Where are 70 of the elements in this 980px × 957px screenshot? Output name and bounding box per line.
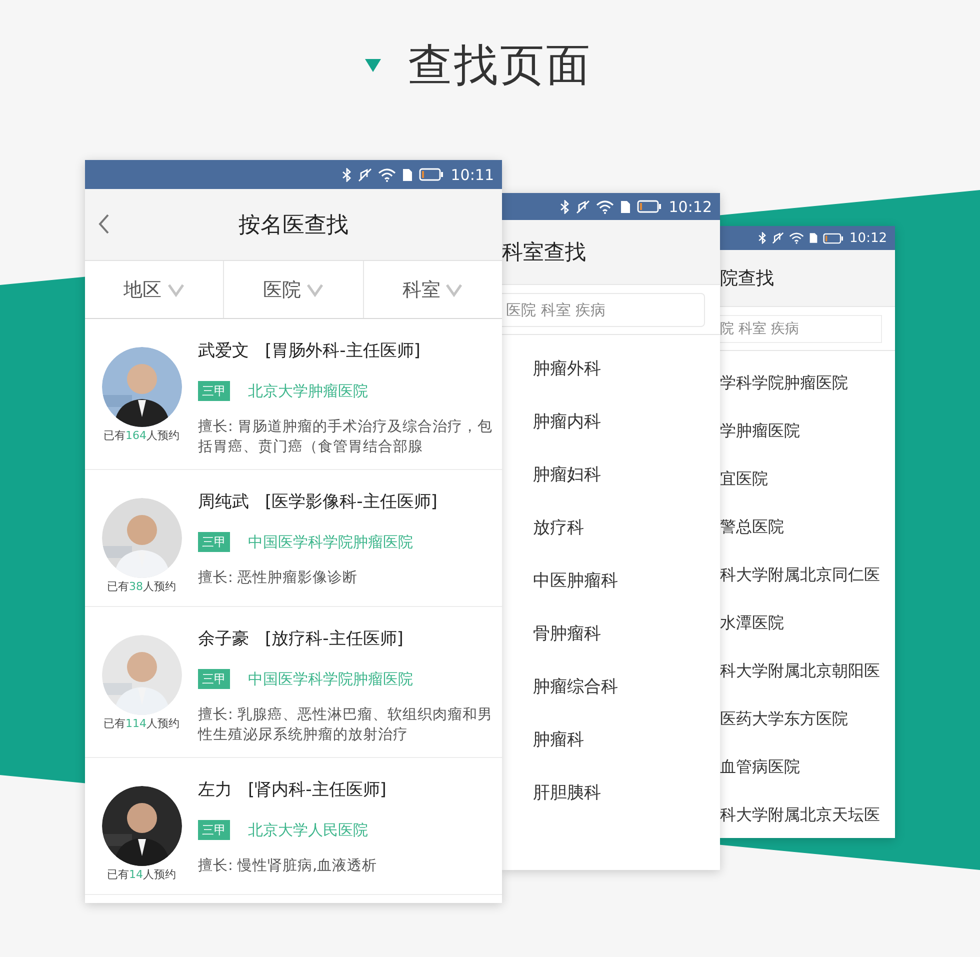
wifi-icon <box>788 232 804 244</box>
hospital-item[interactable]: 警总医院 <box>720 503 895 551</box>
department-item[interactable]: 肿瘤妇科 <box>502 449 720 502</box>
hospital-item[interactable]: 水潭医院 <box>720 599 895 647</box>
battery-icon <box>418 168 443 181</box>
doctor-position: [肾内科-主任医师] <box>248 779 386 802</box>
filter-dropdown[interactable]: 医院 <box>223 261 363 318</box>
search-field[interactable]: 院 科室 疾病 <box>720 314 882 342</box>
department-item[interactable]: 肿瘤科 <box>502 714 720 767</box>
sim-icon <box>808 232 818 244</box>
mute-icon <box>358 168 372 182</box>
grade-badge: 三甲 <box>198 669 230 689</box>
hospital-item[interactable]: 科大学附属北京同仁医 <box>720 551 895 599</box>
doctor-name: 周纯武 <box>198 491 249 514</box>
department-item[interactable]: 骨肿瘤科 <box>502 608 720 661</box>
doctor-name: 左力 <box>198 779 232 802</box>
department-item[interactable]: 肿瘤外科 <box>502 343 720 396</box>
status-time: 10:12 <box>850 230 887 246</box>
doctor-name: 武爱文 <box>198 340 249 363</box>
page-title: 查找页面 <box>408 39 592 93</box>
specialty-text: 擅长: 乳腺癌、恶性淋巴瘤、软组织肉瘤和男性生殖泌尿系统肿瘤的放射治疗 <box>198 706 494 745</box>
wifi-icon <box>596 200 614 214</box>
booking-count: 已有38人预约 <box>107 580 176 594</box>
sim-icon <box>402 168 413 182</box>
screen-title: 按名医查找 <box>238 212 348 240</box>
bluetooth-icon <box>758 232 767 244</box>
hospital-item[interactable]: 血管病医院 <box>720 743 895 791</box>
battery-icon <box>636 200 661 213</box>
mute-icon <box>772 232 784 244</box>
battery-icon <box>822 232 843 244</box>
screen-title: 院查找 <box>720 267 774 290</box>
hospital-item[interactable]: 科大学附属北京朝阳医 <box>720 647 895 695</box>
back-icon[interactable] <box>98 213 110 235</box>
bluetooth-icon <box>560 200 570 214</box>
chevron-down-icon <box>306 282 324 296</box>
booking-count: 已有164人预约 <box>104 429 180 443</box>
hospital-item[interactable]: 学科学院肿瘤医院 <box>720 359 895 407</box>
bluetooth-icon <box>342 168 352 182</box>
specialty-text: 擅长: 恶性肿瘤影像诊断 <box>198 568 358 588</box>
doctor-position: [放疗科-主任医师] <box>265 628 404 651</box>
search-field[interactable]: 医院 科室 疾病 <box>502 292 705 326</box>
triangle-icon <box>365 59 381 72</box>
department-item[interactable]: 肿瘤综合科 <box>502 661 720 714</box>
mute-icon <box>576 200 590 214</box>
grade-badge: 三甲 <box>198 820 230 840</box>
department-item[interactable]: 肝胆胰科 <box>502 767 720 820</box>
booking-count: 已有114人预约 <box>104 717 180 731</box>
doctor-position: [胃肠外科-主任医师] <box>265 340 420 363</box>
department-item[interactable]: 肿瘤内科 <box>502 396 720 449</box>
wifi-icon <box>378 168 396 182</box>
grade-badge: 三甲 <box>198 532 230 552</box>
hospital-item[interactable]: 科大学附属北京天坛医 <box>720 791 895 838</box>
chevron-down-icon <box>445 282 464 296</box>
filter-dropdown[interactable]: 地区 <box>85 261 224 318</box>
department-item[interactable]: 放疗科 <box>502 502 720 555</box>
hospital-item[interactable]: 学肿瘤医院 <box>720 407 895 455</box>
doctor-position: [医学影像科-主任医师] <box>265 491 438 514</box>
department-item[interactable]: 中医肿瘤科 <box>502 555 720 608</box>
specialty-text: 擅长: 胃肠道肿瘤的手术治疗及综合治疗，包括胃癌、贲门癌（食管胃结合部腺 <box>198 418 494 457</box>
hospital-item[interactable]: 宜医院 <box>720 455 895 503</box>
doctor-name: 余子豪 <box>198 628 249 651</box>
status-time: 10:11 <box>450 166 494 184</box>
grade-badge: 三甲 <box>198 381 230 401</box>
chevron-down-icon <box>166 282 185 296</box>
sim-icon <box>620 200 631 214</box>
specialty-text: 擅长: 慢性肾脏病,血液透析 <box>198 856 378 876</box>
screen-title: 科室查找 <box>502 239 586 266</box>
booking-count: 已有14人预约 <box>107 868 176 882</box>
hospital-item[interactable]: 医药大学东方医院 <box>720 695 895 743</box>
status-time: 10:12 <box>668 198 712 216</box>
